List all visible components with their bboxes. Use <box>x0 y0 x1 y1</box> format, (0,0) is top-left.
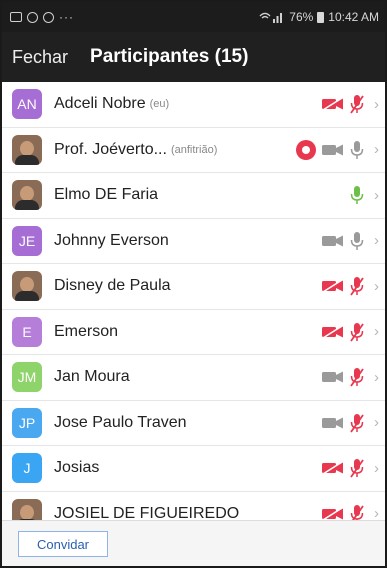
footer-bar: Convidar <box>2 520 385 566</box>
participant-controls <box>321 492 365 520</box>
instagram-icon <box>27 11 38 23</box>
participant-controls <box>321 264 365 309</box>
participant-name: Johnny Everson <box>54 231 169 249</box>
participant-name: Adceli Nobre <box>54 95 146 113</box>
chevron-right-icon[interactable]: › <box>374 82 379 127</box>
participant-controls <box>321 446 365 491</box>
whatsapp-icon <box>43 11 54 23</box>
participant-avatar: J <box>12 453 42 484</box>
participant-controls <box>321 310 365 355</box>
video-off-icon[interactable] <box>321 507 345 520</box>
video-off-icon[interactable] <box>321 279 345 293</box>
mic-icon[interactable] <box>349 185 365 205</box>
participant-avatar: JE <box>12 225 42 256</box>
participants-list[interactable]: AN Adceli Nobre (eu) › Prof. Joéverto... (an… <box>2 82 385 520</box>
participant-controls <box>349 173 365 218</box>
battery-icon <box>317 11 325 23</box>
video-icon[interactable] <box>321 234 345 248</box>
participant-controls <box>295 128 365 173</box>
participant-name: Jan Moura <box>54 368 130 386</box>
battery-percent: 76% <box>289 10 314 24</box>
recording-icon <box>296 139 316 160</box>
invite-button[interactable]: Convidar <box>18 531 108 557</box>
participant-row[interactable]: JM Jan Moura › <box>2 355 385 401</box>
chevron-right-icon[interactable]: › <box>374 446 379 491</box>
header-bar: Fechar Participantes (15) <box>2 32 385 82</box>
wifi-signal-icon <box>259 12 283 23</box>
participant-avatar: AN <box>12 89 42 120</box>
participant-name: Emerson <box>54 322 119 340</box>
participant-controls <box>321 82 365 127</box>
participant-controls <box>321 219 365 264</box>
participant-row[interactable]: Disney de Paula › <box>2 264 385 310</box>
participant-controls <box>321 355 365 400</box>
phone-frame: ··· 76% 10:42 AM Fechar Participantes (1… <box>0 0 387 568</box>
chevron-right-icon[interactable]: › <box>374 401 379 446</box>
chevron-right-icon[interactable]: › <box>374 219 379 264</box>
participant-row[interactable]: JOSIEL DE FIGUEIREDO › <box>2 492 385 520</box>
screen-icon <box>10 12 22 22</box>
participant-photo-avatar <box>12 180 42 211</box>
video-off-icon[interactable] <box>321 461 345 475</box>
more-notifications-icon: ··· <box>59 10 74 24</box>
participant-row[interactable]: AN Adceli Nobre (eu) › <box>2 82 385 128</box>
close-button[interactable]: Fechar <box>12 47 68 68</box>
participant-row[interactable]: J Josias › <box>2 446 385 492</box>
video-icon[interactable] <box>321 143 345 157</box>
video-icon[interactable] <box>321 370 345 384</box>
participant-avatar: E <box>12 316 42 347</box>
chevron-right-icon[interactable]: › <box>374 128 379 173</box>
mic-off-icon[interactable] <box>349 413 365 433</box>
chevron-right-icon[interactable]: › <box>374 173 379 218</box>
participant-photo-avatar <box>12 271 42 302</box>
status-right: 76% 10:42 AM <box>259 10 379 24</box>
video-off-icon[interactable] <box>321 325 345 339</box>
participant-photo-avatar <box>12 134 42 165</box>
participant-name: Prof. Joéverto... <box>54 140 167 158</box>
participant-name: Josias <box>54 459 100 477</box>
participant-photo-avatar <box>12 498 42 520</box>
status-bar: ··· 76% 10:42 AM <box>2 2 385 32</box>
participant-role-tag: (anfitrião) <box>170 143 218 156</box>
participant-row[interactable]: JE Johnny Everson › <box>2 219 385 264</box>
participant-row[interactable]: E Emerson › <box>2 310 385 355</box>
participant-row[interactable]: Prof. Joéverto... (anfitrião) › <box>2 128 385 173</box>
mic-off-icon[interactable] <box>349 94 365 114</box>
mic-off-icon[interactable] <box>349 367 365 387</box>
participant-controls <box>321 401 365 446</box>
chevron-right-icon[interactable]: › <box>374 492 379 520</box>
participant-name: Jose Paulo Traven <box>54 413 187 431</box>
participant-role-tag: (eu) <box>149 98 170 111</box>
participant-row[interactable]: JP Jose Paulo Traven › <box>2 401 385 446</box>
mic-off-icon[interactable] <box>349 458 365 478</box>
status-left: ··· <box>10 10 74 24</box>
mic-off-icon[interactable] <box>349 276 365 296</box>
video-off-icon[interactable] <box>321 97 345 111</box>
video-icon[interactable] <box>321 416 345 430</box>
participant-avatar: JM <box>12 362 42 393</box>
participant-avatar: JP <box>12 407 42 438</box>
chevron-right-icon[interactable]: › <box>374 264 379 309</box>
page-title: Participantes (15) <box>90 46 249 67</box>
participant-name: Disney de Paula <box>54 277 171 295</box>
chevron-right-icon[interactable]: › <box>374 355 379 400</box>
mic-off-icon[interactable] <box>349 322 365 342</box>
chevron-right-icon[interactable]: › <box>374 310 379 355</box>
mic-off-icon[interactable] <box>349 504 365 520</box>
participant-row[interactable]: Elmo DE Faria › <box>2 173 385 219</box>
participant-name: JOSIEL DE FIGUEIREDO <box>54 504 240 520</box>
mic-icon[interactable] <box>349 140 365 160</box>
mic-icon[interactable] <box>349 231 365 251</box>
clock: 10:42 AM <box>328 10 379 24</box>
participant-name: Elmo DE Faria <box>54 186 159 204</box>
